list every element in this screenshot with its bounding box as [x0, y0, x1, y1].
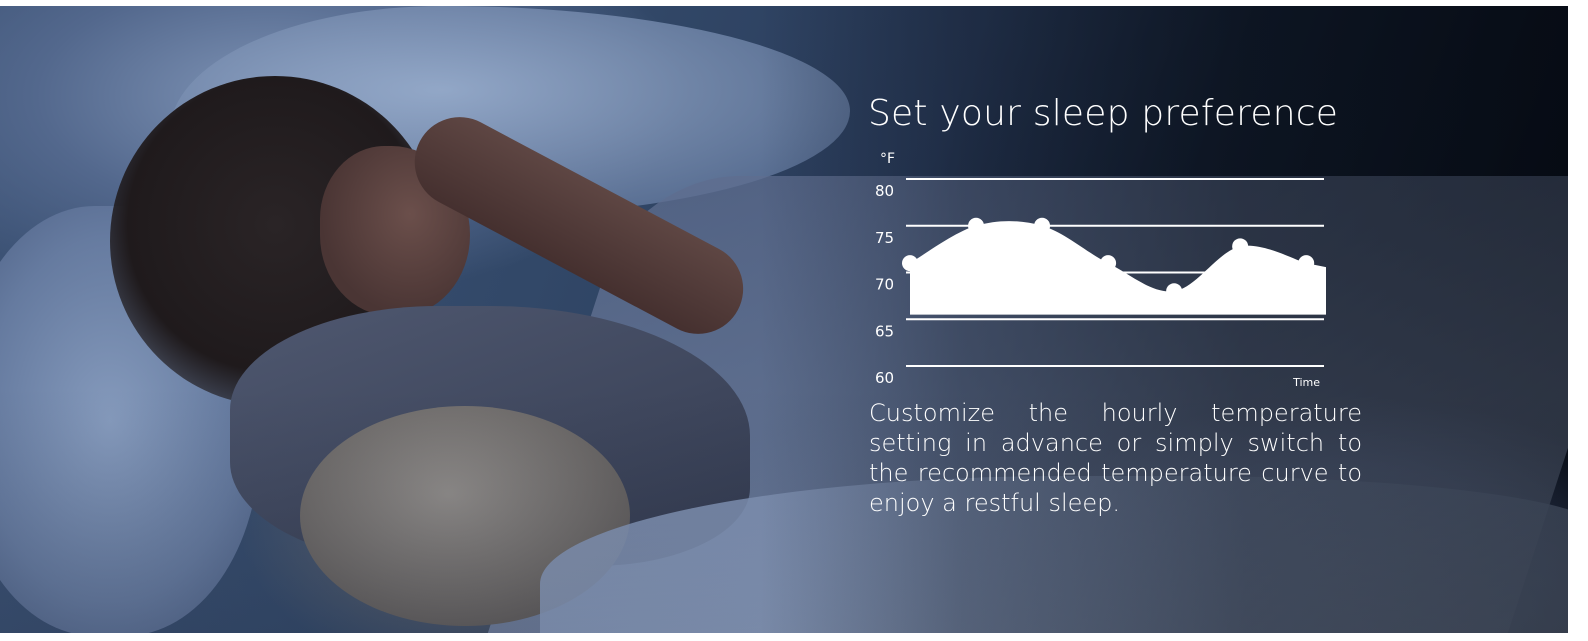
temperature-chart: °F 80 75 70 65 60 Time: [875, 151, 1326, 389]
y-tick-label: 60: [875, 369, 894, 387]
y-tick-label: 70: [875, 276, 894, 294]
chart-y-ticks: 80 75 70 65 60: [875, 182, 894, 387]
temperature-point[interactable]: [968, 217, 985, 234]
y-tick-label: 80: [875, 182, 894, 200]
y-tick-label: 75: [875, 229, 894, 247]
temperature-point[interactable]: [1166, 283, 1183, 300]
y-tick-label: 65: [875, 322, 894, 340]
section-description: Customize the hourly temperature setting…: [869, 399, 1362, 517]
content-panel: Set your sleep preference °F 80 75 70 65 60 …: [868, 6, 1368, 546]
y-axis-unit-label: °F: [880, 151, 895, 167]
section-title: Set your sleep preference: [868, 93, 1339, 134]
temperature-curve-area: [910, 221, 1326, 315]
temperature-point[interactable]: [1034, 217, 1051, 234]
temperature-point[interactable]: [902, 255, 918, 272]
temperature-point[interactable]: [1298, 255, 1315, 272]
chart-area-layer: [910, 221, 1326, 315]
temperature-point[interactable]: [1100, 255, 1117, 272]
temperature-point[interactable]: [1232, 238, 1249, 255]
x-axis-label: Time: [1292, 376, 1320, 389]
